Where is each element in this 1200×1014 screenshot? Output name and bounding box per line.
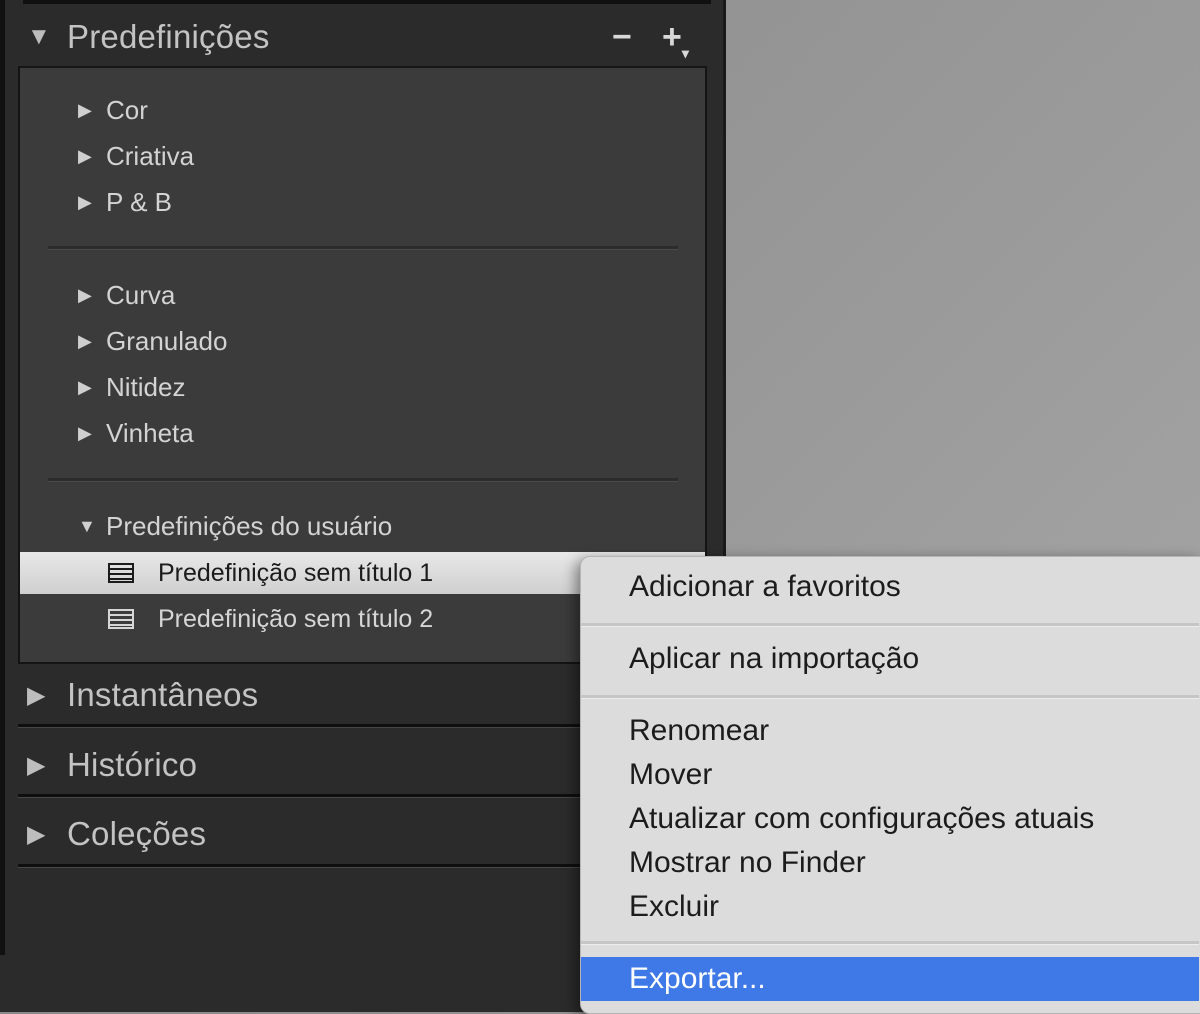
remove-preset-button[interactable]: − bbox=[612, 20, 632, 54]
folder-label: Curva bbox=[106, 279, 176, 310]
context-menu: Adicionar a favoritos Aplicar na importa… bbox=[580, 556, 1200, 1014]
preset-folder-nitidez[interactable]: ▶ Nitidez bbox=[20, 365, 705, 409]
expand-arrow-icon[interactable]: ▶ bbox=[78, 146, 106, 167]
panel-footer bbox=[0, 955, 590, 1012]
folder-label: Cor bbox=[106, 94, 148, 125]
menu-item-export[interactable]: Exportar... bbox=[581, 957, 1199, 1001]
folder-label: Granulado bbox=[106, 325, 228, 356]
preset-icon bbox=[108, 609, 134, 629]
preset-label: Predefinição sem título 1 bbox=[158, 558, 434, 587]
menu-separator bbox=[581, 623, 1199, 627]
group-divider bbox=[48, 246, 678, 250]
expand-triangle-icon[interactable]: ▶ bbox=[5, 820, 67, 849]
menu-item-add-favorites[interactable]: Adicionar a favoritos bbox=[581, 565, 1199, 609]
preset-folder-user[interactable]: ▼ Predefinições do usuário bbox=[20, 504, 705, 548]
expand-arrow-icon[interactable]: ▶ bbox=[78, 285, 106, 306]
folder-label: Predefinições do usuário bbox=[106, 510, 393, 541]
panel-top-border bbox=[23, 0, 711, 4]
preset-folder-granulado[interactable]: ▶ Granulado bbox=[20, 319, 705, 363]
preset-folder-criativa[interactable]: ▶ Criativa bbox=[20, 134, 705, 178]
collapse-triangle-icon[interactable]: ▼ bbox=[5, 23, 67, 51]
menu-item-rename[interactable]: Renomear bbox=[581, 709, 1199, 753]
folder-label: Vinheta bbox=[106, 417, 194, 448]
menu-item-show-in-finder[interactable]: Mostrar no Finder bbox=[581, 841, 1199, 885]
expand-arrow-icon[interactable]: ▶ bbox=[78, 331, 106, 352]
section-title: Coleções bbox=[67, 815, 207, 852]
preset-label: Predefinição sem título 2 bbox=[158, 604, 434, 633]
presets-header[interactable]: ▼ Predefinições − +▾ bbox=[5, 6, 723, 68]
folder-label: Criativa bbox=[106, 140, 195, 171]
folder-label: Nitidez bbox=[106, 371, 186, 402]
expand-arrow-icon[interactable]: ▶ bbox=[78, 192, 106, 213]
expand-arrow-icon[interactable]: ▶ bbox=[78, 377, 106, 398]
presets-title: Predefinições bbox=[67, 18, 270, 55]
add-preset-button[interactable]: +▾ bbox=[662, 20, 689, 60]
plus-icon: + bbox=[662, 18, 682, 56]
section-title: Histórico bbox=[67, 746, 198, 783]
menu-separator bbox=[581, 695, 1199, 699]
menu-item-delete[interactable]: Excluir bbox=[581, 885, 1199, 929]
expand-arrow-icon[interactable]: ▶ bbox=[78, 100, 106, 121]
expand-triangle-icon[interactable]: ▶ bbox=[5, 681, 67, 710]
group-divider bbox=[48, 478, 678, 482]
expand-arrow-icon[interactable]: ▶ bbox=[78, 423, 106, 444]
section-title: Instantâneos bbox=[67, 676, 259, 713]
preset-folder-vinheta[interactable]: ▶ Vinheta bbox=[20, 411, 705, 455]
chevron-down-icon: ▾ bbox=[681, 45, 689, 61]
menu-item-move[interactable]: Mover bbox=[581, 753, 1199, 797]
menu-item-update-settings[interactable]: Atualizar com configurações atuais bbox=[581, 797, 1199, 841]
collapse-arrow-icon[interactable]: ▼ bbox=[78, 516, 106, 537]
preset-icon bbox=[108, 563, 134, 583]
menu-item-apply-on-import[interactable]: Aplicar na importação bbox=[581, 637, 1199, 681]
menu-separator bbox=[581, 941, 1199, 945]
preset-folder-curva[interactable]: ▶ Curva bbox=[20, 273, 705, 317]
expand-triangle-icon[interactable]: ▶ bbox=[5, 751, 67, 780]
preset-folder-cor[interactable]: ▶ Cor bbox=[20, 88, 705, 132]
preset-folder-pb[interactable]: ▶ P & B bbox=[20, 180, 705, 224]
folder-label: P & B bbox=[106, 186, 173, 217]
